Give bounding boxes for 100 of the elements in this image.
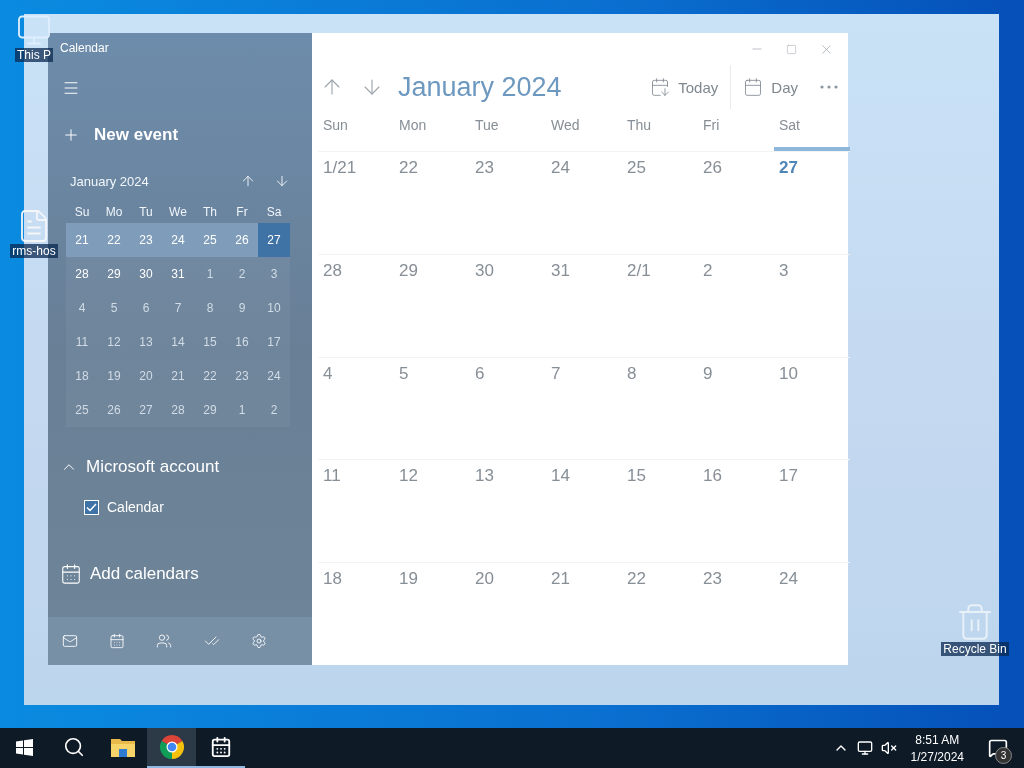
muted-speaker-icon — [880, 740, 897, 756]
calendar-add-icon — [60, 563, 82, 585]
volume-button[interactable] — [880, 740, 897, 756]
day-number: 17 — [778, 465, 798, 488]
clock[interactable]: 8:51 AM 1/27/2024 — [904, 732, 970, 764]
more-button[interactable] — [820, 85, 838, 89]
mini-calendar-day[interactable]: 22 — [98, 223, 130, 257]
calendar-label: Calendar — [107, 499, 164, 515]
weekday-label: Su — [73, 204, 91, 221]
new-event-button[interactable]: New event — [48, 125, 179, 145]
mini-calendar-day[interactable]: 2 — [226, 257, 258, 291]
notification-count: 3 — [995, 747, 1012, 764]
day-number: 20 — [474, 568, 494, 591]
mini-calendar-day[interactable]: 27 — [258, 223, 290, 257]
day-number: 9 — [702, 362, 713, 385]
day-number: 16 — [702, 465, 722, 488]
folder-icon — [110, 737, 135, 757]
mini-calendar-day[interactable]: 1 — [194, 257, 226, 291]
day-number: 13 — [474, 465, 494, 488]
add-calendars-button[interactable]: Add calendars — [60, 563, 199, 585]
mini-calendar-day[interactable]: 29 — [98, 257, 130, 291]
mini-calendar-day[interactable]: 25 — [194, 223, 226, 257]
mini-calendar-day[interactable]: 14 — [162, 325, 194, 359]
checkbox[interactable] — [84, 499, 99, 515]
account-header[interactable]: Microsoft account — [60, 457, 220, 477]
mini-calendar-day[interactable]: 28 — [66, 257, 98, 291]
day-number: 14 — [550, 465, 570, 488]
mini-calendar-day[interactable]: 10 — [258, 291, 290, 325]
next-month-button[interactable] — [274, 173, 290, 189]
view-button[interactable]: Day — [731, 65, 810, 109]
mini-calendar-day[interactable]: 26 — [98, 393, 130, 427]
day-number: 30 — [474, 259, 494, 282]
day-number: 6 — [474, 362, 485, 385]
day-number: 27 — [778, 157, 798, 179]
notifications-button[interactable]: 3 — [978, 728, 1018, 768]
mini-calendar-day[interactable]: 20 — [130, 359, 162, 393]
mini-calendar-day[interactable]: 6 — [130, 291, 162, 325]
desktop-icon-label: This P — [15, 48, 53, 62]
people-icon — [156, 633, 173, 649]
mini-calendar-day[interactable]: 5 — [98, 291, 130, 325]
day-number: 3 — [778, 259, 789, 282]
calendar-icon — [743, 77, 764, 97]
weekday-header: Sat — [774, 113, 850, 151]
mini-calendar-day[interactable]: 21 — [162, 359, 194, 393]
mini-calendar-day[interactable]: 25 — [66, 393, 98, 427]
weekday-header: Mon — [398, 116, 428, 135]
day-number: 12 — [398, 465, 418, 488]
mini-calendar-day[interactable]: 31 — [162, 257, 194, 291]
mini-calendar-day[interactable]: 13 — [130, 325, 162, 359]
mini-calendar-day[interactable]: 15 — [194, 325, 226, 359]
desktop-icon-label: Recycle Bin — [941, 642, 1009, 656]
day-number: 22 — [398, 157, 418, 179]
mini-calendar-day[interactable]: 1 — [226, 393, 258, 427]
day-number: 11 — [322, 465, 341, 488]
mini-calendar-day[interactable]: 22 — [194, 359, 226, 393]
calendar-icon — [650, 77, 671, 97]
weekday-header: Tue — [474, 116, 500, 135]
mini-calendar-day[interactable]: 7 — [162, 291, 194, 325]
mini-calendar-day[interactable]: 30 — [130, 257, 162, 291]
network-icon — [856, 740, 873, 756]
mini-calendar-day[interactable]: 26 — [226, 223, 258, 257]
day-number: 19 — [398, 568, 418, 591]
today-button[interactable]: Today — [638, 65, 731, 109]
mini-calendar-month: January 2024 — [70, 173, 150, 189]
day-number: 25 — [626, 157, 646, 179]
mini-calendar-day[interactable]: 18 — [66, 359, 98, 393]
mini-calendar-day[interactable]: 21 — [66, 223, 98, 257]
day-number: 5 — [398, 362, 409, 385]
day-number: 29 — [398, 259, 418, 282]
mini-calendar-day[interactable]: 19 — [98, 359, 130, 393]
weekday-label: We — [168, 204, 188, 221]
settings-icon — [250, 633, 267, 649]
more-icon — [820, 85, 838, 89]
mini-calendar-day[interactable]: 4 — [66, 291, 98, 325]
mini-calendar-day[interactable]: 12 — [98, 325, 130, 359]
mini-calendar-day[interactable]: 3 — [258, 257, 290, 291]
day-number: 24 — [778, 568, 798, 591]
mini-calendar-day[interactable]: 27 — [130, 393, 162, 427]
mini-calendar-day[interactable]: 8 — [194, 291, 226, 325]
mini-calendar-day[interactable]: 11 — [66, 325, 98, 359]
mini-calendar-day[interactable]: 24 — [162, 223, 194, 257]
mini-calendar-day[interactable]: 9 — [226, 291, 258, 325]
previous-month-button[interactable] — [240, 173, 256, 189]
maximize-icon — [786, 43, 797, 55]
mini-calendar-day[interactable]: 16 — [226, 325, 258, 359]
day-number: 24 — [550, 157, 570, 179]
mini-calendar-day[interactable]: 28 — [162, 393, 194, 427]
day-number: 10 — [778, 362, 798, 385]
browser-button[interactable] — [147, 728, 196, 768]
mini-calendar-day[interactable]: 29 — [194, 393, 226, 427]
mini-calendar-day[interactable]: 23 — [226, 359, 258, 393]
mini-calendar-day[interactable]: 17 — [258, 325, 290, 359]
weekday-label: Th — [202, 204, 218, 221]
menu-icon — [62, 79, 80, 97]
mini-calendar-day[interactable]: 23 — [130, 223, 162, 257]
mini-calendar-day[interactable]: 24 — [258, 359, 290, 393]
network-button[interactable] — [856, 740, 873, 756]
day-number: 23 — [474, 157, 494, 179]
mini-calendar-day[interactable]: 2 — [258, 393, 290, 427]
maximize-button[interactable] — [786, 43, 797, 55]
